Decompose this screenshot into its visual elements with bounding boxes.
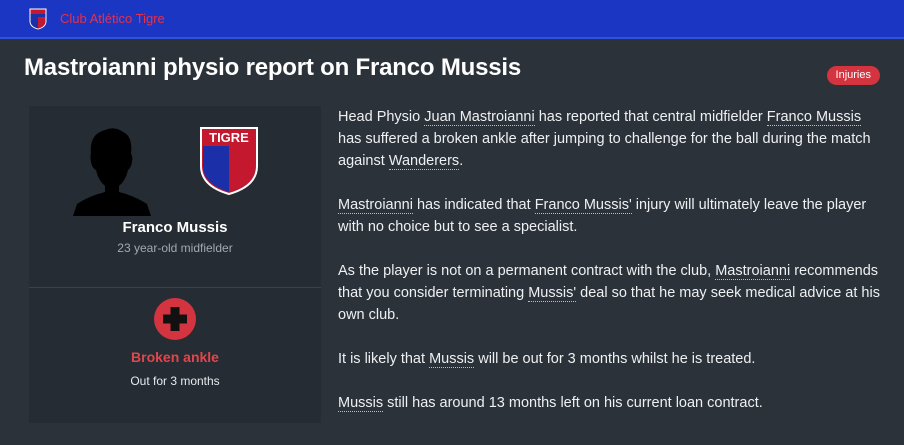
report-text-run: still has around 13 months left on his c… (383, 395, 763, 411)
player-panel: TIGRE Franco Mussis 23 year-old midfield… (29, 106, 321, 423)
injury-duration: Out for 3 months (130, 374, 220, 388)
report-paragraph: Mastroianni has indicated that Franco Mu… (338, 194, 883, 238)
player-link-mussis[interactable]: Mussis (338, 395, 384, 412)
player-link-franco-mussis[interactable]: Franco Mussis (766, 109, 862, 126)
report-text-run: Head Physio (338, 109, 425, 125)
report-paragraph: Mussis still has around 13 months left o… (338, 392, 883, 414)
report-text-run: It is likely that (338, 351, 430, 367)
report-paragraph: Head Physio Juan Mastroianni has reporte… (338, 106, 883, 172)
injuries-tag[interactable]: Injuries (826, 66, 880, 85)
player-link-mussis[interactable]: Mussis (429, 351, 475, 368)
report-text-run: will be out for 3 months whilst he is tr… (474, 351, 756, 367)
club-name-link[interactable]: Club Atlético Tigre (60, 11, 165, 26)
player-description: 23 year-old midfielder (117, 241, 233, 255)
page-title: Mastroianni physio report on Franco Muss… (24, 54, 522, 81)
top-bar: Club Atlético Tigre (0, 0, 904, 39)
club-link-wanderers[interactable]: Wanderers (388, 153, 460, 170)
staff-link-mastroianni[interactable]: Mastroianni (715, 263, 791, 280)
panel-divider (29, 287, 321, 288)
report-text-run: has reported that central midfielder (534, 109, 767, 125)
club-badge-icon[interactable] (29, 8, 47, 30)
report-text-run: has indicated that (412, 197, 535, 213)
report-paragraph: It is likely that Mussis will be out for… (338, 348, 883, 370)
tigre-club-crest-icon[interactable]: TIGRE (199, 126, 259, 196)
report-text-run: . (459, 153, 464, 169)
tigre-badge-text: TIGRE (209, 130, 249, 145)
staff-link-juan-mastroianni[interactable]: Juan Mastroianni (424, 109, 535, 126)
report-text-run: As the player is not on a permanent cont… (338, 263, 716, 279)
player-link-mussis[interactable]: Mussis' (528, 285, 577, 302)
player-link-franco-mussis[interactable]: Franco Mussis' (534, 197, 632, 214)
report-paragraph: As the player is not on a permanent cont… (338, 260, 883, 326)
report-text: Head Physio Juan Mastroianni has reporte… (338, 106, 883, 436)
player-name[interactable]: Franco Mussis (29, 219, 321, 236)
medical-cross-icon (154, 298, 196, 340)
player-silhouette-icon[interactable] (71, 124, 153, 216)
staff-link-mastroianni[interactable]: Mastroianni (338, 197, 413, 214)
injury-name: Broken ankle (131, 349, 219, 365)
